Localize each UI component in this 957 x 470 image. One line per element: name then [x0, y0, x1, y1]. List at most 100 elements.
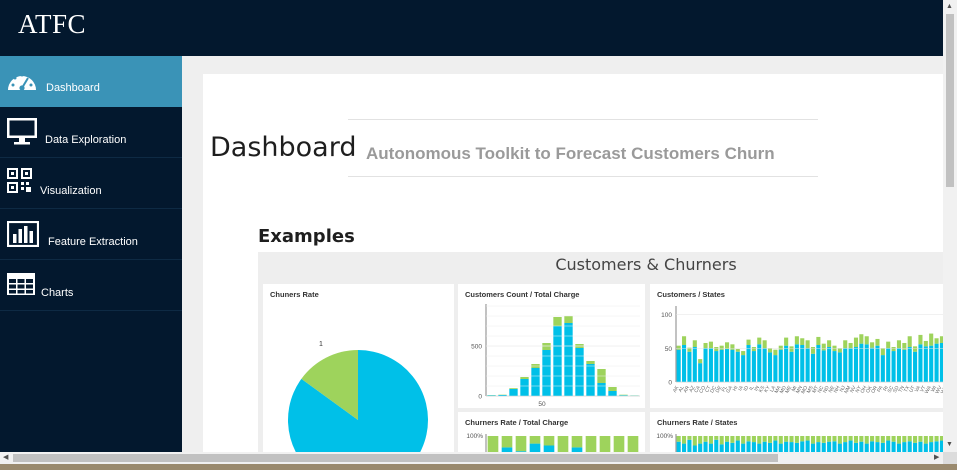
bar-segment	[735, 440, 740, 452]
card-customers-count-total-charge[interactable]: Customers Count / Total Charge 0 500 50	[458, 284, 645, 408]
sidebar-item-dashboard[interactable]: Dashboard	[0, 56, 182, 107]
bar-segment	[730, 349, 735, 382]
bar-segment	[692, 340, 697, 348]
bar-segment	[698, 436, 703, 444]
bar-segment	[794, 442, 799, 452]
bar-segment	[848, 436, 853, 441]
bar-segment	[741, 355, 746, 382]
bar-segment	[735, 349, 740, 352]
bar-segment	[810, 436, 816, 444]
bar-segment	[918, 334, 923, 345]
bar-segment	[837, 436, 842, 444]
bar-segment	[778, 443, 783, 452]
bar-segment	[902, 436, 907, 443]
bar-segment	[896, 436, 902, 444]
scrollbar-corner	[943, 452, 957, 464]
bar-segment	[913, 436, 918, 443]
bar-segment	[703, 348, 708, 382]
bar-segment	[586, 364, 595, 396]
section-heading-examples: Examples	[258, 226, 355, 247]
vertical-scroll-thumb[interactable]	[946, 14, 954, 187]
bar-segment	[751, 347, 756, 352]
sidebar-item-label: Data Exploration	[45, 134, 127, 146]
bar-segment	[864, 336, 869, 345]
bar-segment	[907, 441, 912, 452]
bar-segment	[509, 388, 518, 389]
card-churners-rate-total-charge[interactable]: Churners Rate / Total Charge 100%	[458, 412, 645, 452]
bar-segment	[886, 341, 891, 349]
bar-segment	[687, 439, 692, 452]
bar-segment	[907, 347, 912, 382]
bar-segment	[784, 345, 789, 382]
bar-segment	[724, 436, 730, 442]
bar-segment	[520, 379, 529, 396]
bar-segment	[585, 436, 597, 452]
pie-chart: 1	[288, 341, 428, 452]
sidebar-item-feature-extraction[interactable]: Feature Extraction	[0, 209, 182, 260]
bar-segment	[698, 363, 703, 382]
bar-segment	[816, 442, 821, 452]
bar-segment	[923, 340, 928, 347]
bar-chart-icon	[6, 220, 40, 251]
bar-segment	[843, 348, 848, 382]
bar-segment	[708, 436, 713, 444]
monitor-icon	[6, 117, 38, 147]
scroll-down-arrow-icon[interactable]: ▼	[946, 441, 953, 448]
bar-segment	[794, 436, 799, 443]
y-tick-label: 100%	[466, 433, 483, 440]
card-churners-rate-states[interactable]: Churners Rate / States 100%	[650, 412, 943, 452]
sidebar-item-visualization[interactable]: Visualization	[0, 158, 182, 209]
sidebar-item-data-exploration[interactable]: Data Exploration	[0, 107, 182, 158]
horizontal-scroll-thumb[interactable]	[13, 454, 778, 462]
table-grid-icon	[6, 272, 38, 302]
bar-segment	[586, 361, 595, 364]
card-customers-states[interactable]: Customers / States 0 50 100 AK AL AR AZ CA CO CT D…	[650, 284, 943, 408]
bar-segment	[816, 436, 821, 443]
sidebar-item-label: Charts	[41, 287, 74, 299]
bar-segment	[557, 436, 569, 452]
customers-count-bar-chart: 0 500 50	[471, 304, 640, 408]
scroll-left-arrow-icon[interactable]: ◀	[3, 454, 8, 461]
bar-segment	[778, 345, 783, 350]
sidebar: Dashboard Data Exploration Visualization…	[0, 56, 182, 452]
bar-segment	[843, 442, 848, 452]
scroll-right-arrow-icon[interactable]: ▶	[934, 454, 939, 461]
bar-segment	[564, 316, 573, 323]
embedded-dashboard[interactable]: Customers & Churners Chuners Rate 1 Cust…	[258, 252, 943, 452]
y-tick-label: 50	[665, 346, 673, 353]
scroll-up-arrow-icon[interactable]: ▲	[946, 3, 953, 10]
bar-segment	[714, 347, 719, 352]
bar-segment	[784, 436, 789, 442]
vertical-scrollbar[interactable]: ▲ ▼	[943, 0, 957, 452]
top-bar: ATFC	[0, 0, 943, 56]
bar-segment	[870, 441, 875, 452]
bar-segment	[918, 344, 923, 382]
card-churners-rate[interactable]: Chuners Rate 1	[263, 284, 454, 452]
bar-segment	[934, 441, 939, 452]
bar-segment	[934, 436, 939, 442]
bar-segment	[853, 442, 859, 452]
y-tick-label: 0	[478, 394, 482, 401]
bar-segment	[613, 436, 625, 452]
bar-segment	[509, 389, 518, 396]
bar-segment	[778, 349, 783, 382]
sidebar-item-charts[interactable]: Charts	[0, 260, 182, 311]
bar-segment	[746, 345, 751, 382]
bar-segment	[789, 351, 794, 382]
bar-segment	[746, 436, 751, 442]
y-tick-label: 500	[471, 344, 482, 351]
bar-segment	[531, 368, 540, 396]
bar-segment	[676, 436, 681, 442]
bar-segment	[719, 345, 724, 350]
bar-segment	[746, 441, 751, 452]
bar-segment	[913, 346, 918, 352]
bar-segment	[698, 359, 703, 364]
dashboard-gauge-icon	[6, 66, 38, 96]
churners-rate-charge-chart: 100%	[466, 433, 639, 452]
app-logo[interactable]: ATFC	[18, 9, 86, 40]
horizontal-scrollbar[interactable]: ◀ ▶	[0, 452, 943, 464]
bar-segment	[902, 442, 907, 452]
y-tick-label: 100%	[656, 433, 673, 440]
bar-segment	[542, 350, 551, 396]
page-subtitle: Autonomous Toolkit to Forecast Customers…	[366, 144, 775, 163]
